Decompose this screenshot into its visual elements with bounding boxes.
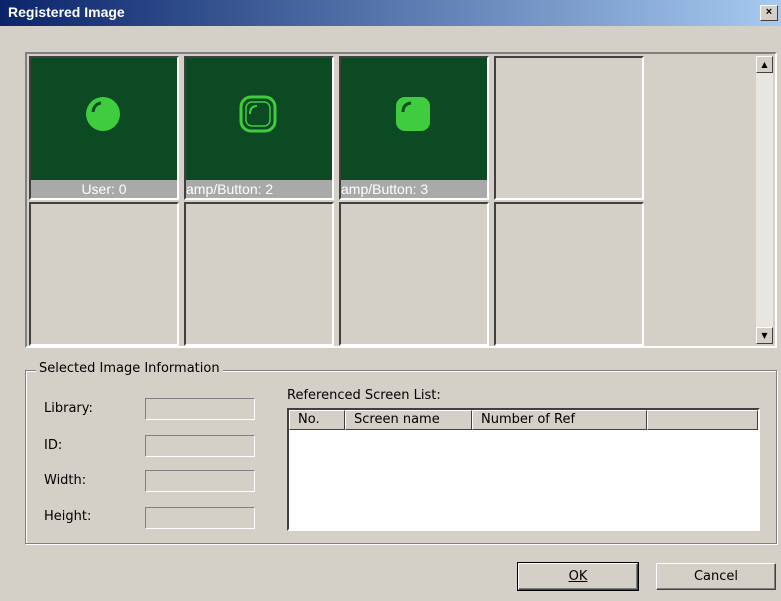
cancel-button[interactable]: Cancel (656, 563, 776, 590)
vertical-scrollbar[interactable]: ▲ ▼ (756, 56, 773, 344)
image-cell-1[interactable]: User: 0 (29, 56, 179, 200)
ok-button[interactable]: OK (517, 562, 639, 591)
width-label: Width: (44, 473, 87, 488)
ok-button-label: OK (568, 569, 588, 584)
scroll-up-button[interactable]: ▲ (756, 56, 773, 73)
scroll-down-button[interactable]: ▼ (756, 327, 773, 344)
group-title: Selected Image Information (36, 361, 223, 376)
id-field (145, 435, 255, 457)
image-caption: User: 0 (31, 180, 177, 198)
image-cell-8[interactable] (494, 202, 644, 346)
referenced-screen-list-label: Referenced Screen List: (287, 388, 441, 403)
height-label: Height: (44, 509, 92, 524)
image-cell-3[interactable]: amp/Button: 3 (339, 56, 489, 200)
column-header-empty (647, 410, 758, 430)
green-lamp-solid-circle-icon (86, 97, 120, 131)
green-outline-rounded-square-icon (239, 95, 277, 133)
title-bar: Registered Image × (0, 0, 781, 26)
referenced-screen-list[interactable]: No. Screen name Number of Ref (287, 408, 760, 531)
id-label: ID: (44, 438, 63, 453)
green-solid-rounded-square-icon (396, 97, 430, 131)
close-button[interactable]: × (760, 5, 778, 21)
cancel-button-label: Cancel (693, 569, 739, 584)
library-field (145, 398, 255, 420)
image-caption: amp/Button: 3 (341, 180, 487, 198)
image-cell-5[interactable] (29, 202, 179, 346)
image-caption: amp/Button: 2 (186, 180, 332, 198)
image-cell-2[interactable]: amp/Button: 2 (184, 56, 334, 200)
library-label: Library: (44, 401, 93, 416)
image-gallery: User: 0 amp/Button: 2 amp/Button: 3 ▲ ▼ (25, 52, 777, 348)
width-field (145, 470, 255, 492)
column-header-no[interactable]: No. (289, 410, 345, 430)
window-title: Registered Image (8, 4, 125, 20)
image-cell-7[interactable] (339, 202, 489, 346)
column-header-screen-name[interactable]: Screen name (345, 410, 472, 430)
column-header-number-of-ref[interactable]: Number of Ref (472, 410, 647, 430)
image-cell-4[interactable] (494, 56, 644, 200)
image-cell-6[interactable] (184, 202, 334, 346)
height-field (145, 507, 255, 529)
